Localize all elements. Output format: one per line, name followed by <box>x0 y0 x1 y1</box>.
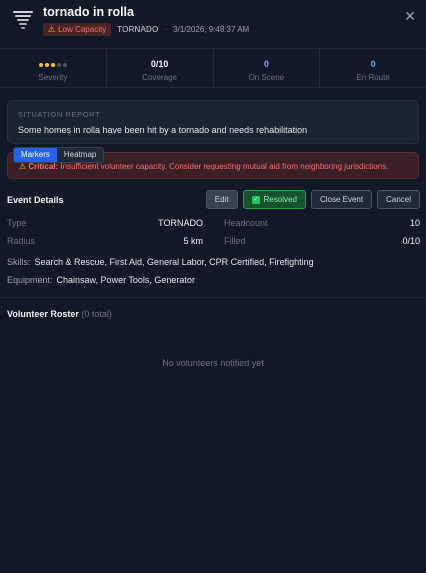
close-icon[interactable]: ✕ <box>402 8 418 24</box>
stat-value: 0/10 <box>150 59 169 69</box>
skills-label: Skills: <box>7 257 31 267</box>
filled-value: 0/10 <box>402 236 420 246</box>
tornado-icon <box>13 11 33 29</box>
map-layer-toggle: Markers Heatmap <box>13 147 105 163</box>
event-header: tornado in rolla ⚠ Low Capacity TORNADO … <box>0 0 426 48</box>
check-icon: ✓ <box>251 195 260 204</box>
stat-en-route: 0 En Route <box>320 49 426 87</box>
filled-label: Filled <box>224 236 246 246</box>
warning-icon: ⚠ <box>19 162 27 171</box>
alert-prefix: Critical: <box>28 162 59 171</box>
volunteer-roster-title: Volunteer Roster (0 total) <box>7 309 112 319</box>
toggle-markers[interactable]: Markers <box>14 148 57 162</box>
stat-label: On Scene <box>248 73 285 82</box>
equipment-line: Equipment: Chainsaw, Power Tools, Generat… <box>7 275 195 285</box>
severity-dot <box>62 63 67 67</box>
event-timestamp: 3/1/2026, 9:48:37 AM <box>173 24 250 34</box>
stat-value: 0 <box>370 59 376 69</box>
stat-on-scene: 0 On Scene <box>214 49 321 87</box>
situation-report-title: SITUATION REPORT <box>18 110 101 119</box>
event-meta: ⚠ Low Capacity TORNADO · 3/1/2026, 9:48:… <box>43 22 249 36</box>
stat-value: 0 <box>263 59 269 69</box>
event-title: tornado in rolla <box>43 5 134 19</box>
equipment-label: Equipment: <box>7 275 53 285</box>
stats-bar: Severity 0/10 Coverage 0 On Scene 0 En R… <box>0 48 426 88</box>
severity-dot <box>44 63 49 67</box>
type-value: TORNADO <box>158 218 203 228</box>
headcount-value: 10 <box>409 218 420 228</box>
skills-line: Skills: Search & Rescue, First Aid, Gener… <box>7 257 314 267</box>
stat-severity: Severity <box>0 49 107 87</box>
stat-coverage: 0/10 Coverage <box>107 49 214 87</box>
type-label: Type <box>7 218 27 228</box>
severity-dots <box>38 63 67 67</box>
equipment-value: Chainsaw, Power Tools, Generator <box>56 275 195 285</box>
stat-label: Severity <box>38 73 68 82</box>
severity-dot <box>56 63 61 67</box>
roster-count: (0 total) <box>81 309 112 319</box>
stat-label: Coverage <box>142 73 177 82</box>
edit-button[interactable]: Edit <box>205 190 238 209</box>
cancel-button[interactable]: Cancel <box>377 190 420 209</box>
resolved-button-label: Resolved <box>263 195 297 204</box>
skills-value: Search & Rescue, First Aid, General Labo… <box>34 257 314 267</box>
severity-dot <box>38 63 43 67</box>
resolved-button[interactable]: ✓ Resolved <box>242 190 306 209</box>
event-type: TORNADO <box>117 24 159 34</box>
situation-report: SITUATION REPORT Some homes in rolla hav… <box>7 100 419 144</box>
headcount-label: Headcount <box>224 218 268 228</box>
event-details-title: Event Details <box>7 195 64 205</box>
severity-dot <box>50 63 55 67</box>
meta-separator: · <box>164 24 168 34</box>
roster-empty-state: No volunteers notified yet <box>162 358 264 368</box>
radius-label: Radius <box>7 236 36 246</box>
alert-message: Insufficient volunteer capacity. Conside… <box>60 162 389 171</box>
section-divider <box>0 297 426 298</box>
capacity-badge: ⚠ Low Capacity <box>43 22 112 36</box>
toggle-heatmap[interactable]: Heatmap <box>57 148 103 162</box>
event-actions: Edit ✓ Resolved Close Event Cancel <box>205 190 420 209</box>
situation-report-text: Some homes in rolla have been hit by a t… <box>18 125 308 135</box>
capacity-badge-label: Low Capacity <box>58 24 107 34</box>
warning-icon: ⚠ <box>48 24 56 34</box>
stat-label: En Route <box>356 73 390 82</box>
close-event-button[interactable]: Close Event <box>310 190 373 209</box>
radius-value: 5 km <box>183 236 203 246</box>
